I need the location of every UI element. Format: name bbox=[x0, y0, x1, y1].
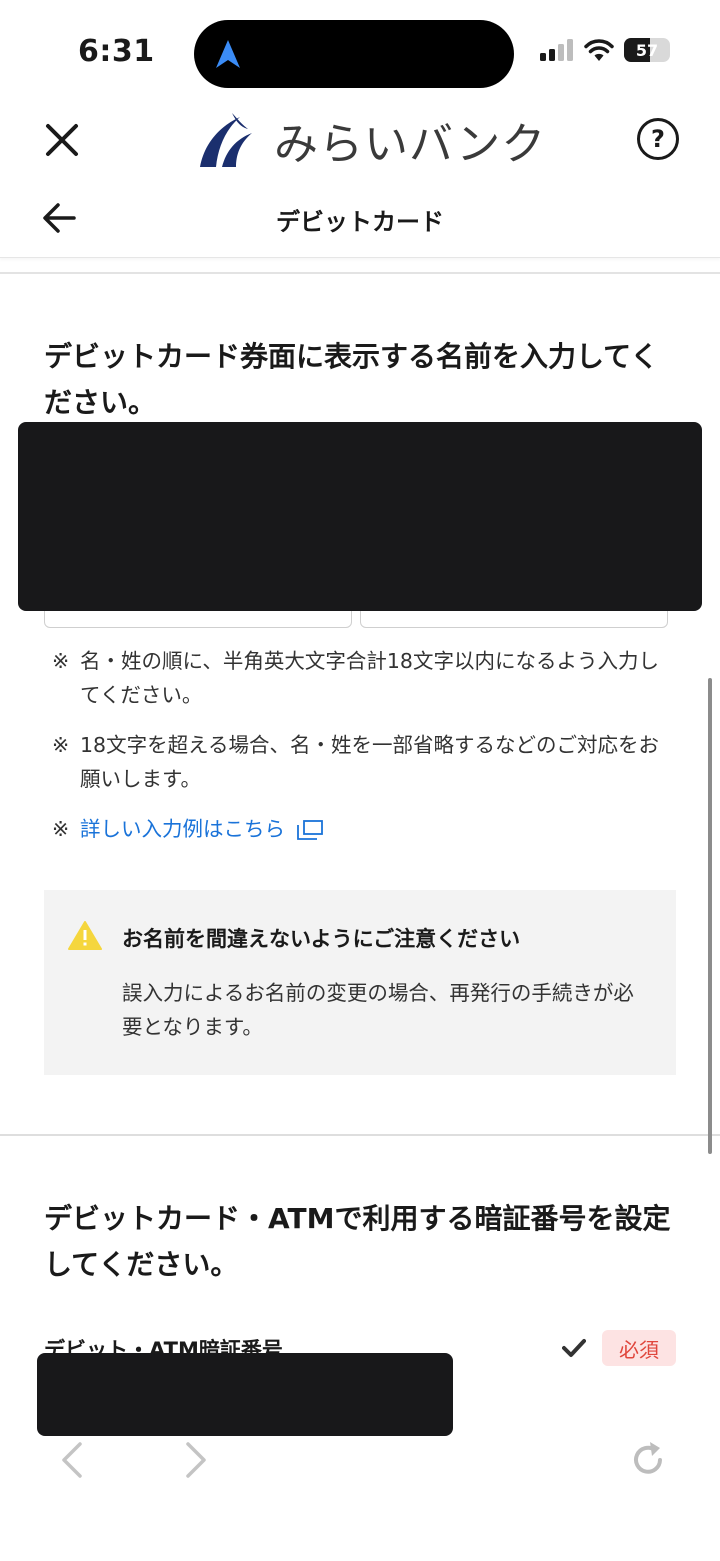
warning-body: 誤入力によるお名前の変更の場合、再発行の手続きが必要となります。 bbox=[122, 981, 634, 1039]
name-section-title: デビットカード券面に表示する名前を入力してください。 bbox=[44, 340, 659, 419]
input-notes: ※ 名・姓の順に、半角英大文字合計18文字以内になるよう入力してください。 ※ … bbox=[52, 644, 672, 862]
external-link-icon[interactable] bbox=[297, 820, 323, 840]
warning-title: お名前を間違えないようにご注意ください bbox=[122, 927, 521, 951]
battery-indicator: 57 bbox=[624, 38, 670, 62]
brand-name: みらいバンク bbox=[274, 119, 547, 170]
note-item: ※ 18文字を超える場合、名・姓を一部省略するなどのご対応をお願いします。 bbox=[52, 733, 659, 791]
page-title: デビットカード bbox=[276, 208, 444, 236]
browser-back-icon[interactable] bbox=[52, 1438, 96, 1482]
app-bar: みらいバンク ? bbox=[0, 100, 720, 180]
required-badge: 必須 bbox=[602, 1330, 676, 1366]
divider bbox=[0, 1134, 720, 1136]
status-bar: 6:31 57 bbox=[0, 0, 720, 100]
wifi-icon bbox=[584, 39, 614, 61]
close-icon[interactable] bbox=[40, 118, 84, 162]
scrollbar[interactable] bbox=[708, 678, 712, 1154]
note-text: 名・姓の順に、半角英大文字合計18文字以内になるよう入力してください。 bbox=[80, 649, 659, 707]
browser-toolbar bbox=[0, 1420, 720, 1561]
reload-icon[interactable] bbox=[626, 1438, 670, 1482]
cellular-signal-icon bbox=[540, 39, 573, 61]
note-item: ※ 名・姓の順に、半角英大文字合計18文字以内になるよう入力してください。 bbox=[52, 649, 659, 707]
status-time: 6:31 bbox=[78, 34, 155, 69]
warning-box: お名前を間違えないようにご注意ください 誤入力によるお名前の変更の場合、再発行の… bbox=[44, 890, 676, 1075]
input-example-link[interactable]: 詳しい入力例はこちら bbox=[80, 817, 285, 841]
brand-mark-icon bbox=[200, 113, 252, 167]
note-link-item: ※ 詳しい入力例はこちら bbox=[52, 812, 672, 846]
redacted-area bbox=[37, 1353, 453, 1436]
pin-section-title: デビットカード・ATMで利用する暗証番号を設定してください。 bbox=[44, 1202, 671, 1281]
warning-icon bbox=[68, 921, 102, 950]
status-icons: 57 bbox=[540, 38, 670, 62]
brand-logo: みらいバンク bbox=[196, 108, 546, 172]
sub-header: デビットカード bbox=[0, 180, 720, 258]
navigation-arrow-icon bbox=[216, 40, 240, 68]
help-icon[interactable]: ? bbox=[637, 118, 679, 160]
divider bbox=[0, 272, 720, 274]
browser-forward-icon[interactable] bbox=[172, 1438, 216, 1482]
note-text: 18文字を超える場合、名・姓を一部省略するなどのご対応をお願いします。 bbox=[80, 733, 659, 791]
dynamic-island bbox=[194, 20, 514, 88]
battery-level: 57 bbox=[635, 40, 659, 60]
check-icon bbox=[562, 1339, 586, 1357]
redacted-area bbox=[18, 422, 702, 611]
